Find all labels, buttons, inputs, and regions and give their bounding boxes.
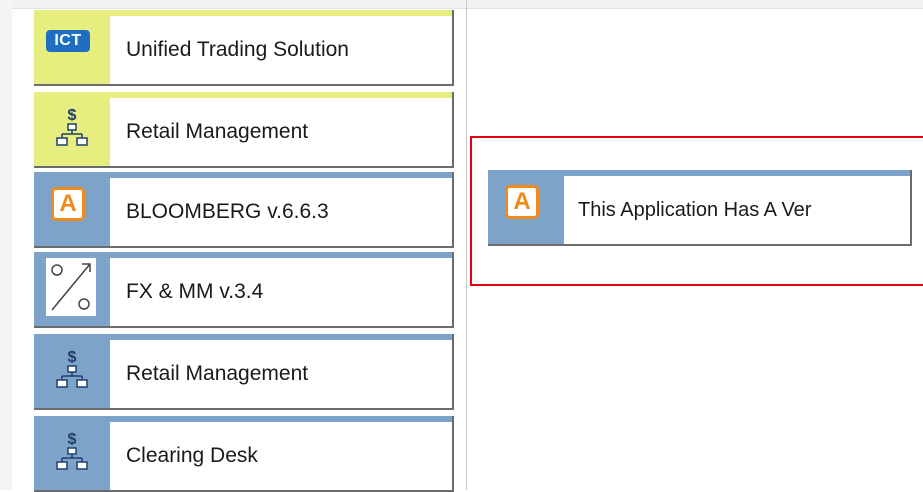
dollar-network-icon: $ bbox=[56, 349, 88, 388]
tile-icon-strip: $ bbox=[34, 416, 110, 490]
ict-logo-icon: ICT bbox=[46, 30, 90, 52]
tile-icon-strip: ICT bbox=[34, 10, 110, 84]
dollar-network-icon: $ bbox=[56, 431, 88, 470]
tile-retail-management-1[interactable]: $ Retail Management bbox=[34, 92, 454, 168]
a-app-icon: A bbox=[51, 187, 85, 221]
tile-label: Retail Management bbox=[110, 92, 452, 166]
dollar-network-icon: $ bbox=[56, 107, 88, 146]
tile-retail-management-2[interactable]: $ Retail Management bbox=[34, 334, 454, 410]
tile-label: BLOOMBERG v.6.6.3 bbox=[110, 172, 452, 246]
tile-icon-strip: A bbox=[488, 170, 564, 244]
tile-label: FX & MM v.3.4 bbox=[110, 252, 452, 326]
tile-bloomberg[interactable]: A BLOOMBERG v.6.6.3 bbox=[34, 172, 454, 248]
fx-exchange-icon bbox=[46, 258, 96, 316]
a-app-icon: A bbox=[505, 185, 539, 219]
tile-unified-trading-solution[interactable]: ICT Unified Trading Solution bbox=[34, 10, 454, 86]
tile-icon-strip: A bbox=[34, 172, 110, 246]
tile-icon-strip: $ bbox=[34, 334, 110, 408]
dollar-sign-glyph: $ bbox=[68, 107, 77, 124]
left-border bbox=[0, 0, 12, 490]
top-border bbox=[0, 0, 923, 9]
popup-tile-label: This Application Has A Ver bbox=[564, 170, 910, 244]
tile-icon-strip: $ bbox=[34, 92, 110, 166]
tile-icon-strip bbox=[34, 252, 110, 326]
dollar-sign-glyph: $ bbox=[68, 349, 77, 366]
dollar-sign-glyph: $ bbox=[68, 431, 77, 448]
tile-label: Clearing Desk bbox=[110, 416, 452, 490]
tile-label: Retail Management bbox=[110, 334, 452, 408]
tile-label: Unified Trading Solution bbox=[110, 10, 452, 84]
tile-clearing-desk[interactable]: $ Clearing Desk bbox=[34, 416, 454, 492]
column-divider bbox=[466, 0, 467, 490]
popup-app-tile[interactable]: A This Application Has A Ver bbox=[488, 170, 912, 246]
tile-fx-mm[interactable]: FX & MM v.3.4 bbox=[34, 252, 454, 328]
